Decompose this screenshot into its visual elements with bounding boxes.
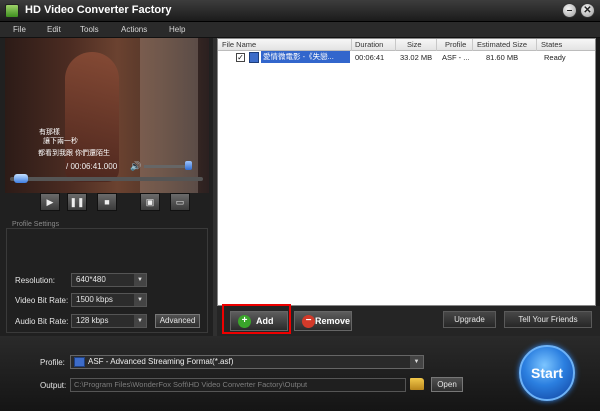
snapshot-button[interactable]: ▣ xyxy=(140,193,160,211)
column-separator xyxy=(536,39,537,51)
chevron-down-icon[interactable]: ▼ xyxy=(134,294,146,306)
profile-settings-legend: Profile Settings xyxy=(10,221,62,228)
tell-friends-button[interactable]: Tell Your Friends xyxy=(504,311,592,328)
chevron-down-icon[interactable]: ▼ xyxy=(134,274,146,286)
format-icon xyxy=(74,357,85,367)
column-separator xyxy=(472,39,473,51)
seek-bar[interactable] xyxy=(10,177,203,181)
add-button-highlight xyxy=(222,304,291,334)
folder-icon[interactable] xyxy=(410,378,424,390)
output-path-field[interactable]: C:\Program Files\WonderFox Soft\HD Video… xyxy=(70,378,406,392)
play-button[interactable]: ▶ xyxy=(40,193,60,211)
audio-bitrate-value: 128 kbps xyxy=(76,316,109,325)
advanced-button[interactable]: Advanced xyxy=(155,314,200,328)
profile-value: ASF - Advanced Streaming Format(*.asf) xyxy=(88,357,234,366)
column-separator xyxy=(395,39,396,51)
column-estimated-size[interactable]: Estimated Size xyxy=(477,40,527,49)
resolution-value: 640*480 xyxy=(76,275,106,284)
row-size: 33.02 MB xyxy=(400,53,433,62)
open-button[interactable]: Open xyxy=(431,377,463,392)
start-button[interactable]: Start xyxy=(519,345,575,401)
remove-icon: − xyxy=(302,315,315,328)
playback-time: / 00:06:41.000 xyxy=(66,162,118,171)
file-list[interactable]: File Name Duration Size Profile Estimate… xyxy=(217,38,596,306)
video-bitrate-value: 1500 kbps xyxy=(76,295,113,304)
stop-button[interactable]: ■ xyxy=(97,193,117,211)
profile-label: Profile: xyxy=(40,358,65,367)
chevron-down-icon[interactable]: ▼ xyxy=(134,315,146,327)
row-checkbox[interactable]: ✓ xyxy=(236,53,245,62)
seek-thumb[interactable] xyxy=(13,174,28,183)
upgrade-button[interactable]: Upgrade xyxy=(443,311,496,328)
audio-bitrate-label: Audio Bit Rate: xyxy=(15,317,69,326)
resolution-label: Resolution: xyxy=(15,276,56,285)
video-bitrate-select[interactable]: 1500 kbps ▼ xyxy=(71,293,147,307)
menu-tools[interactable]: Tools xyxy=(80,25,99,34)
column-size[interactable]: Size xyxy=(407,40,422,49)
volume-slider-thumb[interactable] xyxy=(185,161,192,170)
row-duration: 00:06:41 xyxy=(355,53,385,62)
title-bar: HD Video Converter Factory – ✕ xyxy=(0,0,600,22)
video-bitrate-label: Video Bit Rate: xyxy=(15,296,69,305)
column-states[interactable]: States xyxy=(541,40,562,49)
remove-label: Remove xyxy=(315,316,351,326)
column-separator xyxy=(351,39,352,51)
pause-button[interactable]: ❚❚ xyxy=(67,193,87,211)
subtitle-line: 讓下兩一秒 xyxy=(43,138,78,145)
menu-file[interactable]: File xyxy=(13,25,26,34)
subtitle-line: 都看到我跟 你們還陌生 xyxy=(38,150,110,157)
row-profile: ASF - ... xyxy=(442,53,470,62)
remove-button[interactable]: − Remove xyxy=(294,311,352,331)
column-duration[interactable]: Duration xyxy=(355,40,383,49)
row-estimated-size: 81.60 MB xyxy=(486,53,519,62)
snapshot-folder-button[interactable]: ▭ xyxy=(170,193,190,211)
app-logo-icon xyxy=(5,4,19,18)
minimize-button[interactable]: – xyxy=(562,3,577,18)
profile-select[interactable]: ASF - Advanced Streaming Format(*.asf) ▼ xyxy=(70,355,424,369)
close-button[interactable]: ✕ xyxy=(580,3,595,18)
column-profile[interactable]: Profile xyxy=(445,40,466,49)
menu-help[interactable]: Help xyxy=(169,25,185,34)
chevron-down-icon[interactable]: ▼ xyxy=(410,356,423,368)
video-file-icon xyxy=(249,52,259,63)
output-label: Output: xyxy=(40,381,67,390)
menu-bar: File Edit Tools Actions Help xyxy=(0,22,600,38)
bottom-bar xyxy=(0,336,600,411)
row-state: Ready xyxy=(544,53,566,62)
audio-bitrate-select[interactable]: 128 kbps ▼ xyxy=(71,314,147,328)
window-title: HD Video Converter Factory xyxy=(25,4,172,16)
file-list-header: File Name Duration Size Profile Estimate… xyxy=(218,39,595,51)
volume-icon[interactable]: 🔊 xyxy=(130,161,141,172)
row-file-name[interactable]: 愛情微電影 -《失戀... xyxy=(261,51,350,63)
menu-actions[interactable]: Actions xyxy=(121,25,147,34)
menu-edit[interactable]: Edit xyxy=(47,25,61,34)
resolution-select[interactable]: 640*480 ▼ xyxy=(71,273,147,287)
column-separator xyxy=(436,39,437,51)
column-file-name[interactable]: File Name xyxy=(222,40,256,49)
